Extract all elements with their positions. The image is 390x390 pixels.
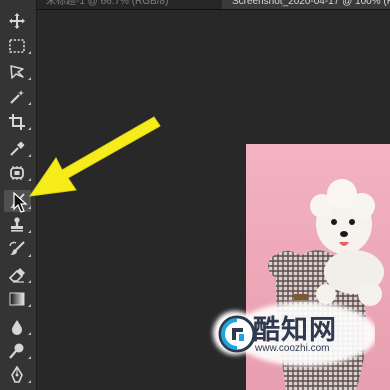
watermark-url: www.coozhi.com (255, 343, 330, 354)
mouse-pointer-icon (13, 192, 28, 213)
watermark-logo-text: 酷知网 (253, 315, 337, 346)
watermark: 酷知网 www.coozhi.com (205, 300, 375, 372)
coozhi-logo-icon (218, 315, 256, 353)
